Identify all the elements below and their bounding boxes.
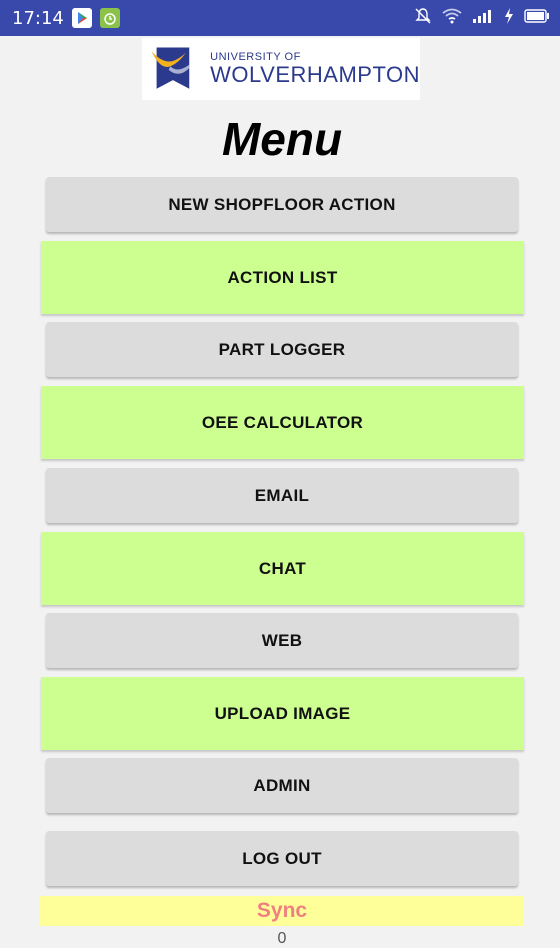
admin-button[interactable]: ADMIN — [46, 758, 518, 813]
action-list-button[interactable]: ACTION LIST — [41, 241, 524, 314]
page-title: Menu — [221, 113, 343, 165]
logo-text: UNIVERSITY OF WOLVERHAMPTON — [210, 51, 420, 87]
play-store-icon — [71, 8, 92, 28]
status-bar: 17:14 — [0, 0, 560, 36]
email-button[interactable]: EMAIL — [46, 468, 518, 523]
sync-button[interactable]: Sync — [40, 896, 524, 926]
upload-image-button[interactable]: UPLOAD IMAGE — [41, 677, 524, 750]
sync-count: 0 — [277, 930, 287, 947]
status-time: 17:14 — [12, 7, 64, 29]
logo-mark-icon — [151, 47, 190, 89]
part-logger-button[interactable]: PART LOGGER — [46, 322, 518, 377]
battery-icon — [524, 8, 550, 28]
university-logo: UNIVERSITY OF WOLVERHAMPTON — [142, 38, 420, 100]
chat-button[interactable]: CHAT — [41, 532, 524, 605]
web-button[interactable]: WEB — [46, 613, 518, 668]
oee-calculator-button[interactable]: OEE CALCULATOR — [41, 386, 524, 459]
signal-icon — [472, 8, 494, 29]
logo-line2: WOLVERHAMPTON — [210, 62, 420, 87]
charging-icon — [504, 7, 514, 29]
android-alarm-icon — [99, 8, 120, 28]
new-shopfloor-action-button[interactable]: NEW SHOPFLOOR ACTION — [46, 177, 518, 232]
log-out-button[interactable]: LOG OUT — [46, 831, 518, 886]
wifi-icon — [442, 8, 462, 29]
mute-bell-icon — [414, 7, 432, 30]
